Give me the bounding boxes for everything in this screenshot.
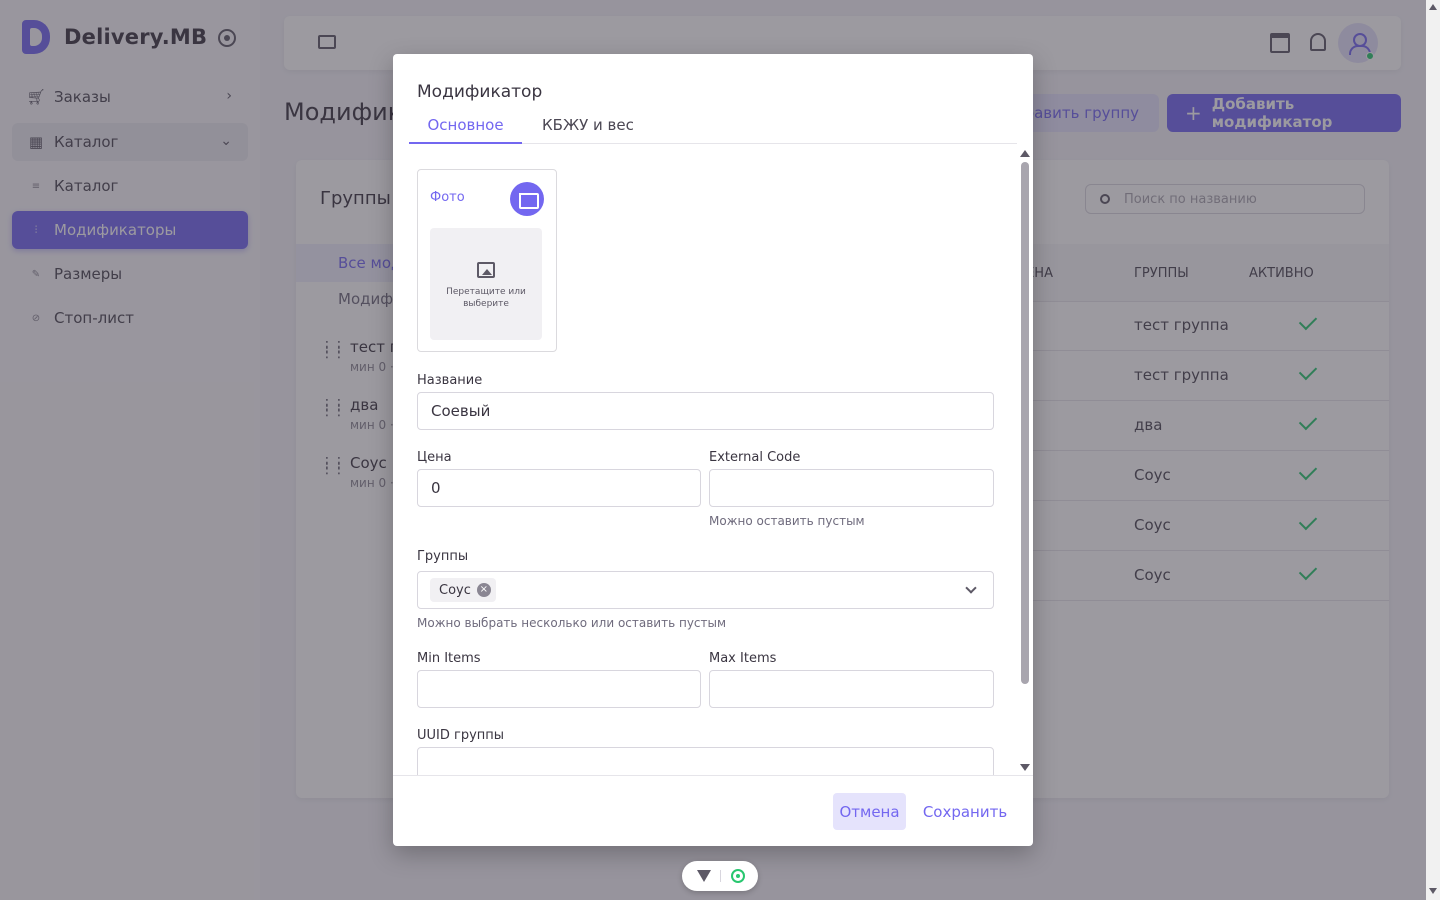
- name-label: Название: [417, 373, 483, 388]
- cancel-button[interactable]: Отмена: [833, 793, 906, 830]
- min-items-field[interactable]: [417, 670, 701, 708]
- photo-dropzone[interactable]: Перетащите или выберите: [430, 228, 542, 340]
- uuid-field[interactable]: [417, 747, 994, 775]
- devtools-toolbar: [682, 861, 758, 891]
- target-icon[interactable]: [731, 869, 745, 883]
- dialog-tabs: Основное КБЖУ и вес: [409, 114, 1017, 144]
- groups-label: Группы: [417, 549, 469, 564]
- page-scrollbar[interactable]: [1426, 0, 1440, 900]
- external-code-field[interactable]: [709, 469, 994, 507]
- dropzone-text: Перетащите или выберите: [446, 287, 526, 309]
- modifier-dialog: Модификатор Основное КБЖУ и вес Фото Пер…: [393, 54, 1033, 846]
- scroll-up-icon[interactable]: [1429, 4, 1437, 10]
- scroll-down-icon[interactable]: [1429, 888, 1437, 894]
- scroll-down-icon[interactable]: [1020, 764, 1030, 771]
- close-icon[interactable]: ×: [476, 583, 491, 597]
- photo-label: Фото: [430, 190, 465, 205]
- max-items-label: Max Items: [709, 651, 777, 666]
- tab-basic[interactable]: Основное: [409, 116, 522, 144]
- save-button[interactable]: Сохранить: [919, 793, 1011, 830]
- uuid-label: UUID группы: [417, 728, 505, 743]
- name-field[interactable]: [417, 392, 994, 430]
- group-chip: Соус ×: [430, 578, 496, 602]
- price-field[interactable]: [417, 469, 701, 507]
- dialog-footer: Отмена Сохранить: [393, 775, 1033, 846]
- scroll-up-icon[interactable]: [1020, 150, 1030, 157]
- price-label: Цена: [417, 450, 452, 465]
- vue-logo-icon[interactable]: [697, 870, 711, 882]
- divider: [720, 870, 721, 882]
- dialog-scrollbar-thumb[interactable]: [1021, 162, 1029, 684]
- max-items-field[interactable]: [709, 670, 994, 708]
- dialog-title: Модификатор: [417, 82, 543, 102]
- photo-upload: Фото Перетащите или выберите: [417, 169, 557, 352]
- external-code-label: External Code: [709, 450, 801, 465]
- groups-hint: Можно выбрать несколько или оставить пус…: [417, 616, 727, 630]
- chip-label: Соус: [439, 582, 471, 598]
- image-icon: [477, 262, 495, 278]
- chevron-down-icon: [965, 582, 977, 594]
- min-items-label: Min Items: [417, 651, 481, 666]
- dialog-body: Фото Перетащите или выберите Название Це…: [393, 145, 1033, 775]
- folder-open-icon[interactable]: [510, 182, 544, 216]
- external-code-hint: Можно оставить пустым: [709, 514, 865, 528]
- groups-select[interactable]: Соус ×: [417, 571, 994, 609]
- tab-nutrition[interactable]: КБЖУ и вес: [542, 116, 634, 144]
